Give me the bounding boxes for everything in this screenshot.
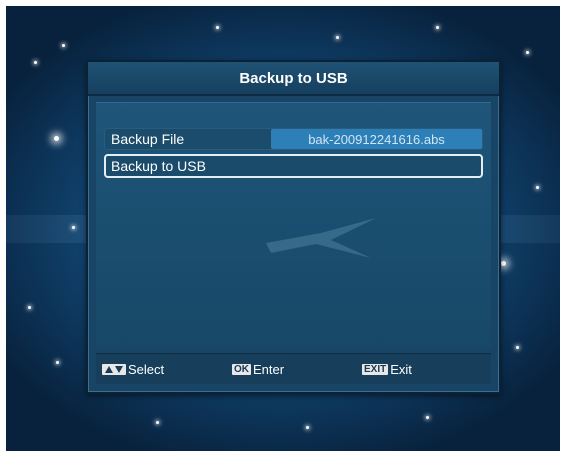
- star-decoration: [516, 346, 519, 349]
- dialog-title: Backup to USB: [88, 62, 499, 96]
- exit-hint-label: Exit: [390, 362, 412, 377]
- star-decoration: [56, 361, 59, 364]
- satellite-watermark-icon: [266, 218, 376, 258]
- star-decoration: [156, 421, 159, 424]
- backup-file-label: Backup File: [111, 131, 185, 147]
- backup-file-value: bak-200912241616.abs: [271, 129, 482, 149]
- ok-key-icon: OK: [232, 364, 251, 375]
- star-decoration: [28, 306, 31, 309]
- star-decoration: [526, 51, 529, 54]
- star-decoration: [536, 186, 539, 189]
- exit-hint: EXIT Exit: [362, 362, 412, 377]
- backup-dialog: Backup to USB Backup File bak-2009122416…: [86, 60, 501, 394]
- backup-to-usb-label: Backup to USB: [111, 158, 206, 174]
- dialog-content: Backup File bak-200912241616.abs Backup …: [96, 102, 491, 347]
- exit-key-icon: EXIT: [362, 364, 389, 375]
- star-decoration: [426, 416, 429, 419]
- tv-screen: Backup to USB Backup File bak-2009122416…: [6, 6, 560, 451]
- star-decoration: [436, 26, 439, 29]
- backup-file-row[interactable]: Backup File bak-200912241616.abs: [104, 128, 483, 150]
- select-hint-label: Select: [128, 362, 165, 377]
- star-decoration: [62, 44, 65, 47]
- star-decoration: [54, 136, 59, 141]
- up-down-arrows-icon: [102, 364, 126, 375]
- star-decoration: [72, 226, 75, 229]
- star-decoration: [501, 261, 506, 266]
- star-decoration: [336, 36, 339, 39]
- star-decoration: [216, 26, 219, 29]
- star-decoration: [306, 426, 309, 429]
- enter-hint-label: Enter: [253, 362, 285, 377]
- backup-to-usb-button[interactable]: Backup to USB: [104, 154, 483, 178]
- button-hint-bar: Select OK Enter EXIT Exit: [96, 353, 491, 384]
- star-decoration: [34, 61, 37, 64]
- enter-hint: OK Enter: [232, 362, 284, 377]
- select-hint: Select: [102, 362, 164, 377]
